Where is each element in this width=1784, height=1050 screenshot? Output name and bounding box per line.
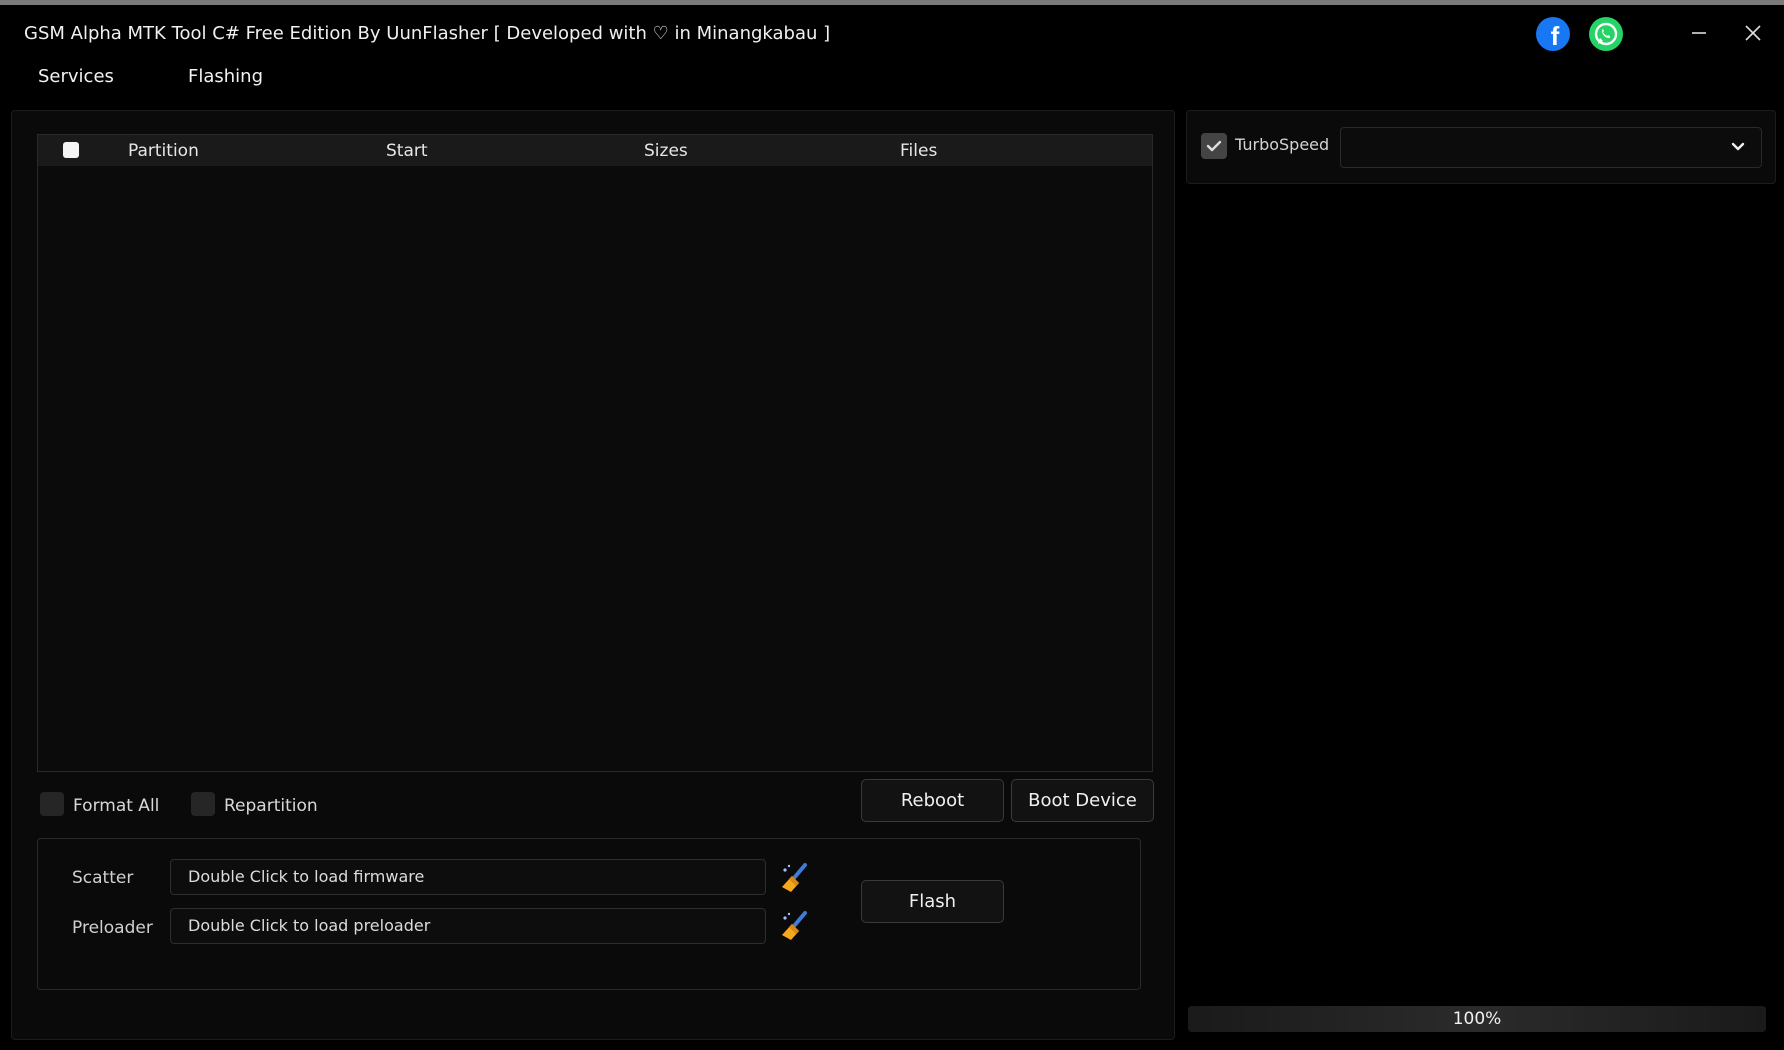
column-files[interactable]: Files [900,141,937,161]
close-icon[interactable] [1739,19,1767,47]
repartition-label: Repartition [224,796,318,816]
scatter-label: Scatter [72,868,134,888]
flash-button[interactable]: Flash [861,880,1004,923]
turbospeed-dropdown[interactable] [1340,127,1762,168]
format-all-label: Format All [73,796,160,816]
turbospeed-checkbox[interactable] [1201,133,1227,159]
window-title: GSM Alpha MTK Tool C# Free Edition By Uu… [24,23,831,44]
minimize-icon[interactable] [1685,19,1713,47]
select-all-checkbox[interactable] [63,142,79,158]
turbospeed-label: TurboSpeed [1235,135,1330,154]
format-all-checkbox[interactable] [40,792,64,816]
menu-bar: Services Flashing [0,55,1784,99]
facebook-icon[interactable]: f [1536,17,1570,51]
scatter-field[interactable]: Double Click to load firmware [170,859,766,895]
preloader-field[interactable]: Double Click to load preloader [170,908,766,944]
column-sizes[interactable]: Sizes [644,141,688,161]
chevron-down-icon[interactable] [1729,138,1747,156]
boot-device-button[interactable]: Boot Device [1011,779,1154,822]
column-start[interactable]: Start [386,141,428,161]
partition-table[interactable]: Partition Start Sizes Files [37,134,1153,772]
menu-flashing[interactable]: Flashing [188,66,263,87]
menu-services[interactable]: Services [38,66,114,87]
column-partition[interactable]: Partition [128,141,199,161]
svg-text:f: f [1551,21,1560,51]
title-bar: GSM Alpha MTK Tool C# Free Edition By Uu… [0,5,1784,55]
repartition-checkbox[interactable] [191,792,215,816]
preloader-label: Preloader [72,918,153,938]
progress-text: 100% [1452,1009,1502,1029]
reboot-button[interactable]: Reboot [861,779,1004,822]
progress-bar: 100% [1188,1006,1766,1032]
whatsapp-icon[interactable] [1589,17,1623,51]
broom-icon[interactable] [779,862,811,894]
broom-icon[interactable] [779,910,811,942]
table-header: Partition Start Sizes Files [38,135,1152,166]
